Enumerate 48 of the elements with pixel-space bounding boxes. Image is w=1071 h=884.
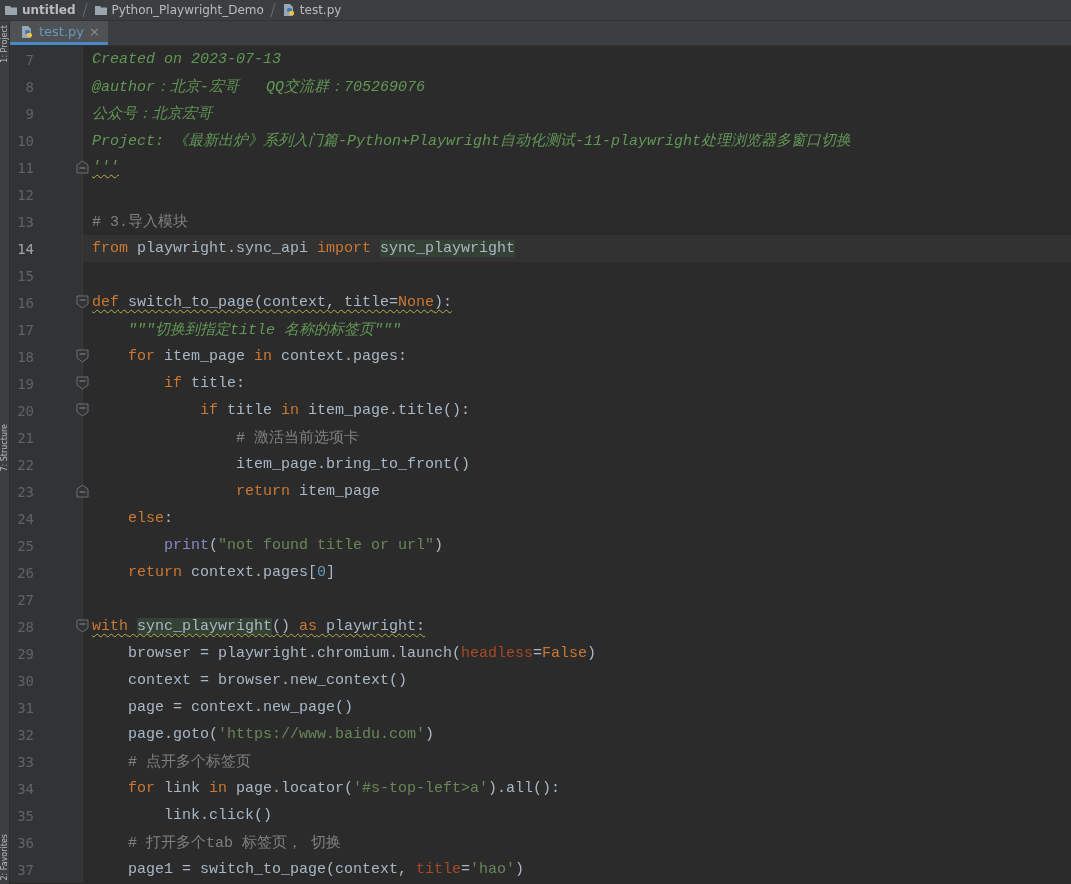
folder-icon xyxy=(93,4,108,16)
fold-icon[interactable] xyxy=(76,295,89,309)
code-line: if title in item_page.title(): xyxy=(199,402,471,419)
tool-window-button[interactable]: 1: Project xyxy=(0,25,9,63)
code-line: return item_page xyxy=(235,483,381,500)
breadcrumb-item[interactable]: Python_Playwright_Demo xyxy=(111,3,264,17)
code-line: Project: 《最新出炉》系列入门篇-Python+Playwright自动化测试-11-playwright处理浏览器多窗口切换 xyxy=(92,131,852,150)
code-line: ''' xyxy=(92,159,119,176)
code-line: if title: xyxy=(163,375,246,392)
fold-icon[interactable] xyxy=(76,376,89,390)
code-line: print("not found title or url") xyxy=(163,537,444,554)
code-line: return context.pages[0] xyxy=(127,564,336,581)
fold-icon[interactable] xyxy=(76,160,89,174)
separator-icon xyxy=(269,3,276,17)
code-line: 公众号：北京宏哥 xyxy=(92,104,212,123)
code-line: for link in page.locator('#s-top-left>a').all(): xyxy=(127,780,561,797)
breadcrumb-item[interactable]: test.py xyxy=(299,3,342,17)
code-line: @author：北京-宏哥 QQ交流群：705269076 xyxy=(92,77,426,96)
python-file-icon xyxy=(281,3,296,17)
code-line: def switch_to_page(context, title=None): xyxy=(92,294,453,311)
python-file-icon xyxy=(20,24,34,39)
code-line: Created on 2023-07-13 xyxy=(92,51,282,68)
code-line: item_page.bring_to_front() xyxy=(235,456,471,473)
line-number: 14 xyxy=(16,240,34,257)
folder-icon xyxy=(4,4,18,16)
code-line: page.goto('https://www.baidu.com') xyxy=(127,726,435,743)
code-line: page = context.new_page() xyxy=(127,699,354,716)
code-line: # 激活当前选项卡 xyxy=(235,428,360,447)
breadcrumb-item[interactable]: untitled xyxy=(22,3,76,17)
separator-icon xyxy=(81,3,88,17)
fold-icon[interactable] xyxy=(76,349,89,363)
fold-icon[interactable] xyxy=(76,403,89,417)
code-line: # 点开多个标签页 xyxy=(127,752,251,771)
tool-window-button[interactable]: 7: Structure xyxy=(0,424,9,472)
code-line: # 打开多个tab 标签页， 切换 xyxy=(127,833,342,852)
code-line: # 3.导入模块 xyxy=(92,212,188,231)
code-line: page1 = switch_to_page(context, title='hao') xyxy=(127,861,525,878)
code-line: for item_page in context.pages: xyxy=(127,348,408,365)
fold-icon[interactable] xyxy=(76,484,89,498)
code-line: browser = playwright.chromium.launch(headless=False) xyxy=(127,645,597,662)
code-line: """切换到指定title 名称的标签页""" xyxy=(127,320,402,339)
code-line: link.click() xyxy=(163,807,273,824)
fold-icon[interactable] xyxy=(76,619,89,633)
code-line: else: xyxy=(127,510,174,527)
code-line: from playwright.sync_api import sync_playwright xyxy=(92,240,516,257)
tool-window-button[interactable]: 2: Favorites xyxy=(0,833,9,880)
code-line: context = browser.new_context() xyxy=(127,672,408,689)
code-line: with sync_playwright() as playwright: xyxy=(92,618,426,635)
